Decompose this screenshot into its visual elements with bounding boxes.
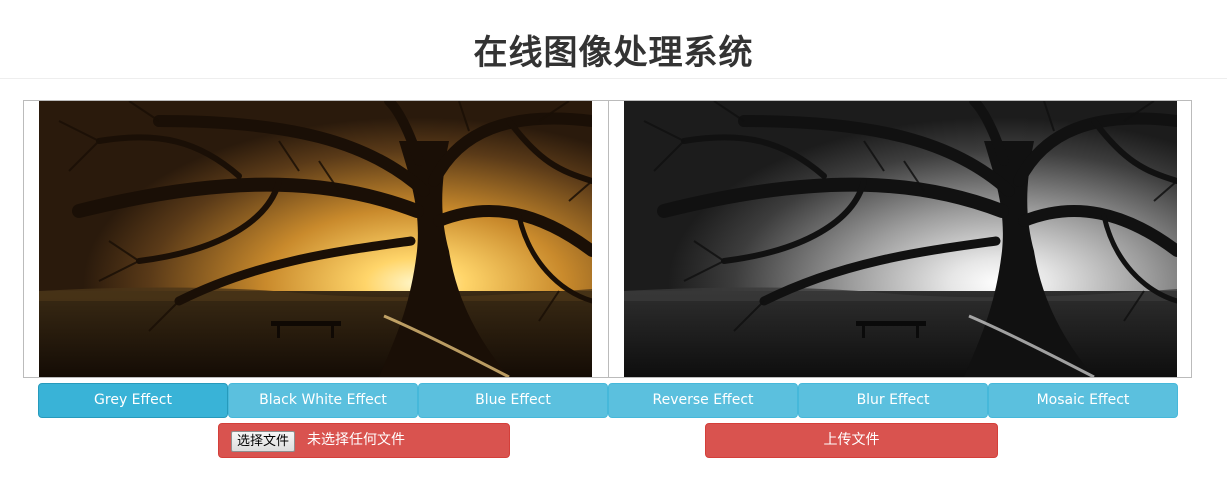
blur-effect-button[interactable]: Blur Effect <box>798 383 988 418</box>
grey-effect-button[interactable]: Grey Effect <box>38 383 228 418</box>
original-image <box>39 101 592 377</box>
page-title: 在线图像处理系统 <box>473 33 754 73</box>
black-white-effect-button[interactable]: Black White Effect <box>228 383 418 418</box>
mosaic-effect-button[interactable]: Mosaic Effect <box>988 383 1178 418</box>
effect-toolbar: Grey Effect Black White Effect Blue Effe… <box>38 383 1178 418</box>
upload-file-button[interactable]: 上传文件 <box>705 423 998 458</box>
blue-effect-button[interactable]: Blue Effect <box>418 383 608 418</box>
choose-file-button[interactable]: 选择文件 <box>231 431 296 452</box>
page-header: 在线图像处理系统 <box>0 0 1227 79</box>
image-panel <box>23 100 1192 378</box>
file-picker[interactable]: 选择文件 未选择任何文件 <box>218 423 510 458</box>
processed-image <box>624 101 1177 377</box>
panel-divider <box>608 101 609 377</box>
reverse-effect-button[interactable]: Reverse Effect <box>608 383 798 418</box>
no-file-selected-text: 未选择任何文件 <box>307 432 405 448</box>
